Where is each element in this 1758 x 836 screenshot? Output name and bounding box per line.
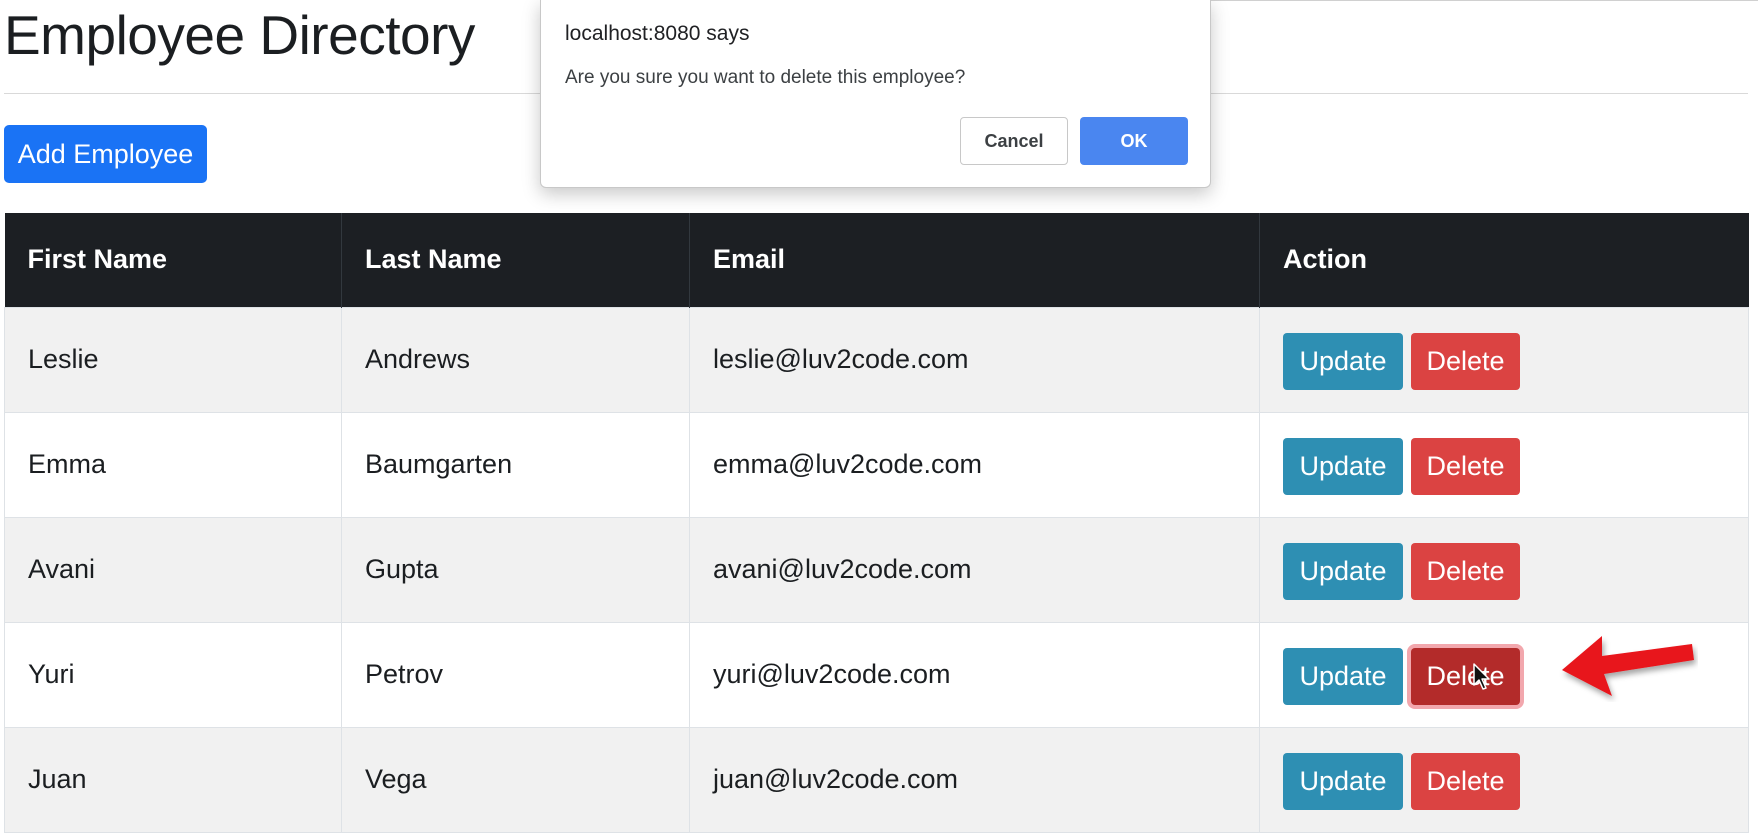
cell-email: leslie@luv2code.com xyxy=(689,306,1260,413)
red-arrow-icon xyxy=(1562,636,1694,696)
action-buttons: Update Delete xyxy=(1283,753,1748,810)
cell-first-name: Juan xyxy=(4,726,342,833)
confirm-dialog: localhost:8080 says Are you sure you wan… xyxy=(540,0,1211,188)
update-button[interactable]: Update xyxy=(1283,753,1403,810)
cell-action: Update Delete xyxy=(1259,726,1749,833)
update-button[interactable]: Update xyxy=(1283,438,1403,495)
dialog-ok-button[interactable]: OK xyxy=(1080,117,1188,165)
employee-table: First Name Last Name Email Action Leslie… xyxy=(4,213,1749,833)
table-row: Leslie Andrews leslie@luv2code.com Updat… xyxy=(4,306,1749,413)
cell-email: avani@luv2code.com xyxy=(689,516,1260,623)
page-title: Employee Directory xyxy=(4,4,475,66)
column-header-first-name: First Name xyxy=(4,213,342,307)
delete-button[interactable]: Delete xyxy=(1411,543,1520,600)
table-row: Juan Vega juan@luv2code.com Update Delet… xyxy=(4,726,1749,833)
cell-first-name: Avani xyxy=(4,516,342,623)
action-buttons: Update Delete xyxy=(1283,438,1748,495)
cell-email: juan@luv2code.com xyxy=(689,726,1260,833)
delete-button-hovered[interactable]: Delete xyxy=(1411,648,1520,705)
dialog-message: Are you sure you want to delete this emp… xyxy=(565,67,966,88)
column-header-email: Email xyxy=(689,213,1260,307)
column-header-last-name: Last Name xyxy=(341,213,690,307)
table-row: Emma Baumgarten emma@luv2code.com Update… xyxy=(4,411,1749,518)
cell-first-name: Emma xyxy=(4,411,342,518)
delete-button[interactable]: Delete xyxy=(1411,438,1520,495)
cell-last-name: Petrov xyxy=(341,621,690,728)
delete-button[interactable]: Delete xyxy=(1411,333,1520,390)
mouse-pointer-icon xyxy=(1473,663,1490,690)
update-button[interactable]: Update xyxy=(1283,543,1403,600)
update-button[interactable]: Update xyxy=(1283,648,1403,705)
cell-last-name: Andrews xyxy=(341,306,690,413)
update-button[interactable]: Update xyxy=(1283,333,1403,390)
dialog-origin: localhost:8080 says xyxy=(565,22,750,45)
action-buttons: Update Delete xyxy=(1283,543,1748,600)
action-buttons: Update Delete xyxy=(1283,333,1748,390)
cell-last-name: Baumgarten xyxy=(341,411,690,518)
cell-email: yuri@luv2code.com xyxy=(689,621,1260,728)
table-header-row: First Name Last Name Email Action xyxy=(4,213,1749,307)
cell-action: Update Delete xyxy=(1259,516,1749,623)
cell-first-name: Leslie xyxy=(4,306,342,413)
cell-last-name: Gupta xyxy=(341,516,690,623)
cell-action: Update Delete xyxy=(1259,306,1749,413)
top-border-line xyxy=(1211,0,1758,1)
cell-last-name: Vega xyxy=(341,726,690,833)
cell-action: Update Delete xyxy=(1259,411,1749,518)
column-header-action: Action xyxy=(1259,213,1749,307)
delete-button[interactable]: Delete xyxy=(1411,753,1520,810)
add-employee-button[interactable]: Add Employee xyxy=(4,125,207,183)
cell-first-name: Yuri xyxy=(4,621,342,728)
dialog-cancel-button[interactable]: Cancel xyxy=(960,117,1068,165)
table-row: Avani Gupta avani@luv2code.com Update De… xyxy=(4,516,1749,623)
cell-email: emma@luv2code.com xyxy=(689,411,1260,518)
